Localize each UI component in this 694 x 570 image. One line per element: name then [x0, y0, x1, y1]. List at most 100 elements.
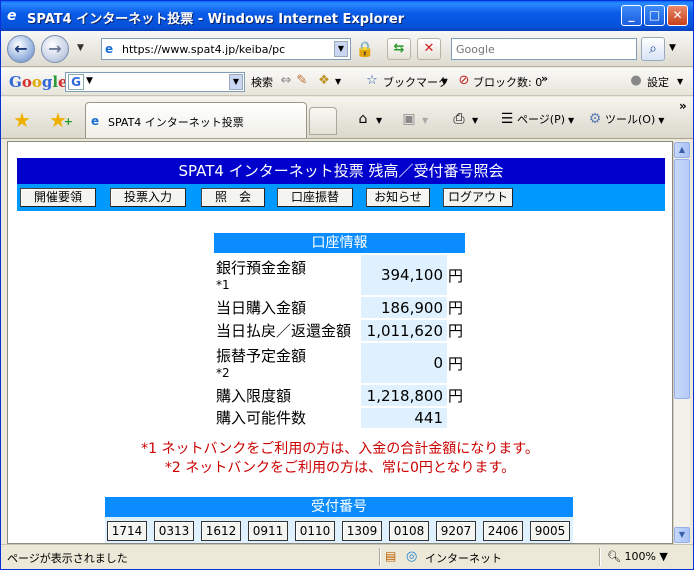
footnote-2: *2 ネットバンクをご利用の方は、常に0円となります。: [164, 460, 516, 476]
feeds-button[interactable]: ▣ ▼: [399, 109, 428, 131]
row-unit: [447, 408, 465, 428]
receipt-number-button[interactable]: 0313: [154, 521, 194, 541]
page-favicon: e: [105, 42, 114, 56]
scroll-thumb[interactable]: [674, 159, 690, 399]
row-label: 振替予定金額 *2: [214, 343, 361, 383]
menu-news-button[interactable]: お知らせ: [366, 188, 430, 207]
printer-icon: ⎙: [453, 111, 465, 127]
search-options-dropdown-icon[interactable]: ▼: [669, 43, 676, 53]
lock-icon[interactable]: 🔒: [355, 39, 375, 59]
nav-menu: 開催要領 投票入力 照 会 口座振替 お知らせ ログアウト: [17, 184, 665, 211]
menu-logout-button[interactable]: ログアウト: [443, 188, 513, 207]
url-dropdown-icon[interactable]: ▼: [334, 41, 348, 57]
zoom-level[interactable]: 🔍︎ 100% ▼: [607, 550, 668, 563]
tools-menu[interactable]: ⚙ ツール(O) ▼: [585, 109, 665, 131]
menu-transfer-button[interactable]: 口座振替: [277, 188, 353, 207]
row-unit: 円: [447, 320, 465, 341]
receipt-number-button[interactable]: 2406: [483, 521, 523, 541]
new-tab-button[interactable]: [309, 107, 337, 135]
row-label: 銀行預金金額 *1: [214, 255, 361, 295]
receipt-number-button[interactable]: 1612: [201, 521, 241, 541]
row-unit: 円: [447, 255, 465, 295]
search-icon[interactable]: ⌕: [641, 37, 665, 61]
address-bar[interactable]: e ▼: [101, 38, 351, 60]
google-logo[interactable]: Google: [9, 73, 68, 91]
rss-icon: ▣: [402, 111, 416, 127]
minimize-button[interactable]: _: [621, 5, 642, 26]
row-value: 0: [360, 343, 447, 383]
add-favorites-icon[interactable]: ★ +: [45, 107, 73, 133]
row-label: 当日払戻／返還金額: [214, 320, 361, 341]
receipt-number-button[interactable]: 0911: [248, 521, 288, 541]
history-dropdown-icon[interactable]: ▼: [77, 43, 84, 53]
receipt-number-button[interactable]: 0110: [295, 521, 335, 541]
bookmarks-button[interactable]: ブックマーク: [383, 74, 449, 90]
settings-button[interactable]: 設定: [647, 74, 669, 90]
status-divider: [599, 548, 601, 566]
table-row: 振替予定金額 *2 0 円: [214, 343, 465, 383]
google-search-box[interactable]: G ▼ ▼: [65, 72, 245, 92]
search-box[interactable]: [451, 38, 637, 60]
puzzle-icon[interactable]: ❖: [315, 72, 333, 90]
receipt-number-button[interactable]: 9005: [530, 521, 570, 541]
receipt-number-button[interactable]: 9207: [436, 521, 476, 541]
page-icon: ☰: [500, 111, 514, 127]
row-label: 購入可能件数: [214, 408, 361, 428]
page-title: SPAT4 インターネット投票 残高／受付番号照会: [17, 158, 665, 184]
print-button[interactable]: ⎙ ▼: [449, 109, 478, 131]
page-menu[interactable]: ☰ ページ(P) ▼: [497, 109, 574, 131]
popup-blocked-count[interactable]: ブロック数: 0: [473, 74, 542, 90]
google-g-icon[interactable]: G: [68, 74, 84, 90]
command-more-chevron[interactable]: »: [679, 99, 687, 113]
settings-dropdown-icon[interactable]: ▼: [677, 77, 683, 86]
bookmark-star-icon[interactable]: ☆: [363, 72, 381, 90]
menu-vote-button[interactable]: 投票入力: [110, 188, 186, 207]
popup-status-icon[interactable]: ▤: [385, 549, 396, 563]
row-value: 394,100: [360, 255, 447, 295]
status-text: ページが表示されました: [7, 552, 128, 565]
receipt-number-button[interactable]: 0108: [389, 521, 429, 541]
maximize-button[interactable]: □: [644, 5, 665, 26]
puzzle-dropdown-icon[interactable]: ▼: [335, 77, 341, 86]
scroll-down-button[interactable]: ▼: [674, 527, 690, 543]
receipt-number-button[interactable]: 1309: [342, 521, 382, 541]
vertical-scrollbar[interactable]: ▲ ▼: [673, 141, 690, 544]
row-unit: 円: [447, 343, 465, 383]
popup-blocker-icon[interactable]: ⊘: [455, 72, 473, 90]
pencil-icon[interactable]: ✎: [293, 72, 311, 90]
back-button[interactable]: ←: [7, 35, 35, 63]
menu-guide-button[interactable]: 開催要領: [20, 188, 96, 207]
menu-inquiry-button[interactable]: 照 会: [201, 188, 265, 207]
favorites-star-icon[interactable]: ★: [9, 107, 35, 133]
forward-button[interactable]: →: [41, 35, 69, 63]
google-search-dropdown-icon[interactable]: ▼: [229, 74, 243, 90]
window-title: SPAT4 インターネット投票 - Windows Internet Explo…: [27, 12, 405, 27]
browser-window: e SPAT4 インターネット投票 - Windows Internet Exp…: [0, 0, 694, 570]
google-toolbar: Google G ▼ ▼ 検索 ⇔ ✎ ❖ ▼ ☆ ブックマーク ▼ ⊘ ブロッ…: [1, 68, 693, 96]
settings-icon[interactable]: ●: [627, 72, 645, 90]
ie-icon: e: [7, 8, 17, 24]
google-engine-dropdown-icon[interactable]: ▼: [86, 76, 93, 86]
scroll-up-button[interactable]: ▲: [674, 142, 690, 158]
bookmarks-dropdown-icon[interactable]: ▼: [441, 77, 447, 86]
row-value: 186,900: [360, 297, 447, 318]
tab-label: SPAT4 インターネット投票: [108, 116, 244, 129]
security-zone[interactable]: インターネット: [425, 550, 502, 566]
tab-spat4[interactable]: e SPAT4 インターネット投票: [85, 102, 307, 138]
gear-icon: ⚙: [588, 111, 602, 127]
status-bar: ページが表示されました ▤ ◎ インターネット 🔍︎ 100% ▼: [1, 544, 693, 569]
url-input[interactable]: [122, 41, 332, 57]
home-button[interactable]: ⌂ ▼: [353, 109, 383, 131]
tab-ie-icon: e: [91, 114, 100, 128]
table-row: 購入可能件数 441: [214, 408, 465, 428]
refresh-button[interactable]: ⇆: [387, 38, 411, 60]
status-divider: [379, 548, 381, 566]
close-button[interactable]: ✕: [667, 5, 688, 26]
receipt-number-button[interactable]: 1714: [107, 521, 147, 541]
row-value: 1,218,800: [360, 385, 447, 406]
row-label: 当日購入金額: [214, 297, 361, 318]
search-input[interactable]: [456, 41, 634, 57]
google-search-button[interactable]: 検索: [251, 74, 273, 90]
stop-button[interactable]: ✕: [417, 38, 441, 60]
toolbar-more-chevron[interactable]: »: [541, 72, 548, 85]
